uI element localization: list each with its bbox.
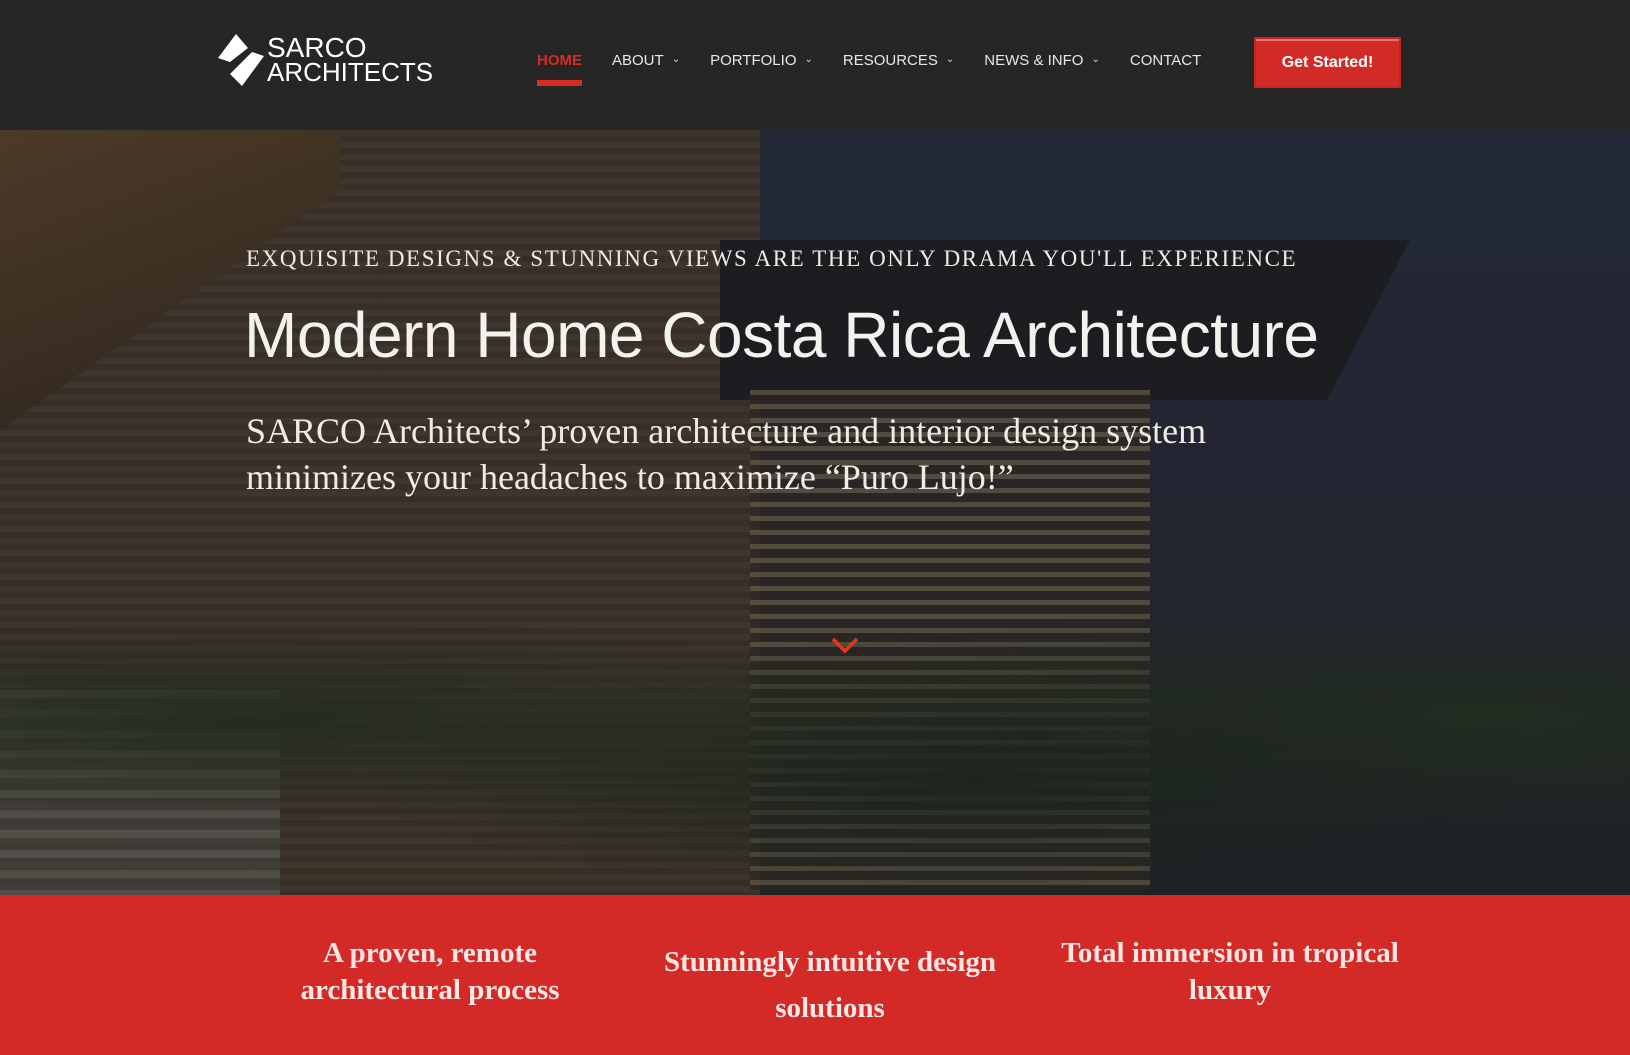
main-nav: HOME ABOUT ⌄ PORTFOLIO ⌄ RESOURCES ⌄ NEWS &…	[537, 52, 1231, 88]
nav-label: CONTACT	[1129, 52, 1202, 69]
nav-news-info[interactable]: NEWS & INFO ⌄	[984, 52, 1100, 88]
logo[interactable]: SARCO ARCHITECTS	[218, 34, 433, 86]
chevron-down-icon: ⌄	[1091, 54, 1100, 65]
chevron-down-icon[interactable]	[831, 636, 859, 656]
nav-label: NEWS & INFO	[984, 52, 1084, 69]
nav-label: HOME	[537, 52, 582, 69]
chevron-down-icon: ⌄	[804, 54, 813, 65]
logo-text-line2: ARCHITECTS	[267, 57, 434, 87]
hero-title: Modern Home Costa Rica Architecture	[244, 299, 1319, 371]
site-header: SARCO ARCHITECTS HOME ABOUT ⌄ PORTFOLIO ⌄ …	[0, 0, 1630, 130]
logo-mark-icon	[218, 34, 264, 86]
hero: EXQUISITE DESIGNS & STUNNING VIEWS ARE T…	[0, 130, 1630, 895]
feature-design-solutions: Stunningly intuitive design solutions	[664, 946, 996, 1024]
nav-label: PORTFOLIO	[710, 52, 797, 69]
nav-portfolio[interactable]: PORTFOLIO ⌄	[710, 52, 813, 88]
hero-lede: SARCO Architects’ proven architecture an…	[246, 411, 1207, 497]
nav-resources[interactable]: RESOURCES ⌄	[843, 52, 954, 88]
hero-kicker: EXQUISITE DESIGNS & STUNNING VIEWS ARE T…	[246, 246, 1298, 271]
nav-about[interactable]: ABOUT ⌄	[612, 52, 680, 88]
nav-home[interactable]: HOME	[537, 52, 582, 88]
hero-overlay	[0, 130, 1630, 895]
nav-label: RESOURCES	[842, 52, 938, 69]
features-band: A proven, remote architectural process S…	[0, 895, 1630, 1055]
chevron-down-icon: ⌄	[945, 54, 955, 65]
feature-remote-process: A proven, remote architectural process	[300, 937, 560, 1006]
feature-tropical-luxury: Total immersion in tropical luxury	[1061, 937, 1399, 1006]
nav-label: ABOUT	[612, 52, 664, 69]
nav-contact[interactable]: CONTACT	[1130, 52, 1201, 88]
chevron-down-icon: ⌄	[671, 54, 681, 65]
get-started-button[interactable]: Get Started!	[1254, 37, 1401, 88]
